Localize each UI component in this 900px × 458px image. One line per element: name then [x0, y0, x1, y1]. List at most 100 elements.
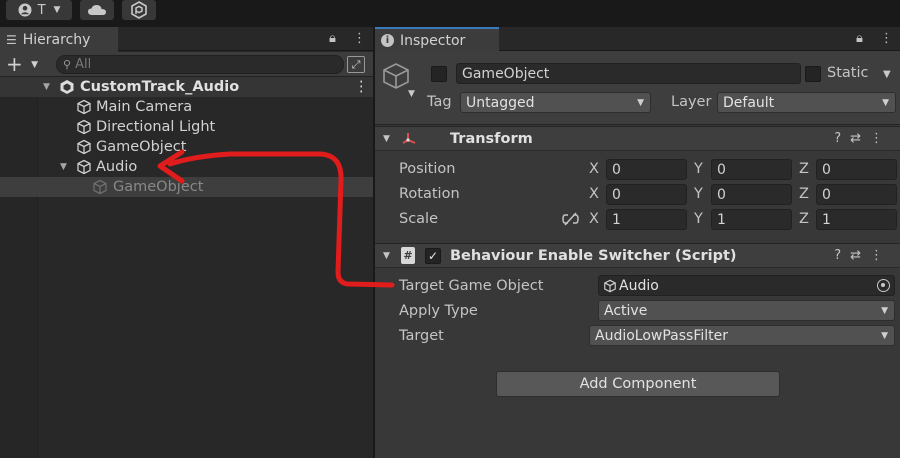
position-y-field[interactable]: 0	[711, 159, 792, 180]
lock-icon[interactable]: 🔒︎	[856, 31, 863, 46]
add-label: +	[6, 52, 23, 76]
script-enabled-checkbox[interactable]: ✓	[425, 248, 441, 264]
more-options-icon[interactable]: ⋮	[870, 248, 892, 263]
target-dropdown[interactable]: AudioLowPassFilter ▼	[589, 325, 895, 346]
chevron-down-icon: ▼	[881, 331, 888, 341]
rotation-z-value: 0	[822, 186, 831, 203]
gameobject-icon	[604, 279, 616, 292]
script-component-header[interactable]: ▼ # ✓ Behaviour Enable Switcher (Script)…	[375, 243, 900, 268]
object-picker-icon[interactable]	[877, 279, 890, 292]
hierarchy-toolbar: + ▼ ⚲ All ⤢	[0, 52, 373, 77]
layer-value: Default	[723, 94, 775, 111]
gameobject-icon	[93, 179, 107, 195]
list-item[interactable]: Main Camera	[0, 97, 373, 117]
collab-icon	[131, 1, 147, 19]
apply-type-label: Apply Type	[399, 303, 478, 319]
rotation-y-field[interactable]: 0	[711, 184, 792, 205]
component-tools[interactable]: ?⇄⋮	[834, 248, 892, 263]
tag-value: Untagged	[466, 94, 535, 111]
transform-header[interactable]: ▼ Transform ?⇄⋮	[375, 126, 900, 151]
more-options-icon[interactable]: ⋮	[870, 131, 892, 146]
component-tools[interactable]: ?⇄⋮	[834, 131, 892, 146]
list-icon: ☰	[6, 32, 17, 47]
more-options-icon[interactable]: ⋮	[880, 31, 893, 46]
inspector-panel: i Inspector 🔒︎ ⋮ ▼ GameObject Static ▼ T…	[375, 27, 900, 458]
target-game-object-label: Target Game Object	[399, 278, 544, 294]
axis-z-label: Z	[799, 211, 809, 227]
target-value: AudioLowPassFilter	[595, 327, 729, 344]
rotation-x-value: 0	[612, 186, 621, 203]
apply-type-dropdown[interactable]: Active ▼	[598, 300, 895, 321]
position-y-value: 0	[717, 161, 726, 178]
list-item[interactable]: ▼ Audio	[0, 157, 373, 177]
account-icon	[18, 3, 32, 17]
target-game-object-field[interactable]: Audio	[598, 275, 895, 296]
position-x-value: 0	[612, 161, 621, 178]
constrain-proportions-icon[interactable]	[562, 212, 579, 226]
add-component-button[interactable]: Add Component	[496, 371, 780, 397]
cloud-button[interactable]	[80, 0, 114, 20]
tab-inspector[interactable]: i Inspector	[375, 27, 499, 52]
position-z-value: 0	[822, 161, 831, 178]
expand-arrow-icon[interactable]: ▼	[60, 162, 67, 172]
rotation-z-field[interactable]: 0	[816, 184, 897, 205]
fold-arrow-icon[interactable]: ▼	[383, 251, 390, 261]
chevron-down-icon: ▼	[637, 98, 644, 108]
scene-name: CustomTrack_Audio	[80, 79, 240, 95]
axis-y-label: Y	[694, 161, 703, 177]
search-icon: ⚲	[63, 58, 72, 71]
list-item-label: Main Camera	[96, 99, 193, 115]
expand-arrow-icon[interactable]: ▼	[43, 82, 50, 92]
scale-y-field[interactable]: 1	[711, 209, 792, 230]
collab-button[interactable]	[122, 0, 156, 20]
tag-label: Tag	[427, 94, 452, 110]
more-options-icon[interactable]: ⋮	[353, 31, 366, 46]
chevron-down-icon: ▼	[53, 5, 61, 15]
inspector-tabstrip: i Inspector 🔒︎ ⋮	[375, 27, 900, 52]
scene-row[interactable]: ▼ CustomTrack_Audio ⋮	[0, 77, 373, 97]
static-dropdown-icon[interactable]: ▼	[883, 69, 891, 80]
gameobject-header: ▼ GameObject Static ▼ Tag Untagged ▼ Lay…	[375, 51, 900, 125]
position-x-field[interactable]: 0	[606, 159, 687, 180]
scale-x-field[interactable]: 1	[606, 209, 687, 230]
preset-icon[interactable]: ⇄	[850, 131, 870, 146]
icon-dropdown-arrow-icon[interactable]: ▼	[408, 89, 415, 99]
rotation-y-value: 0	[717, 186, 726, 203]
scale-z-field[interactable]: 1	[816, 209, 897, 230]
list-item[interactable]: GameObject	[0, 137, 373, 157]
rotation-x-field[interactable]: 0	[606, 184, 687, 205]
position-z-field[interactable]: 0	[816, 159, 897, 180]
tab-hierarchy[interactable]: ☰ Hierarchy	[0, 27, 118, 52]
tag-dropdown[interactable]: Untagged ▼	[460, 92, 651, 113]
search-placeholder: All	[75, 57, 92, 72]
axis-z-label: Z	[799, 161, 809, 177]
script-icon: #	[401, 247, 415, 264]
tab-hierarchy-label: Hierarchy	[22, 31, 91, 48]
static-label: Static	[827, 65, 869, 81]
search-input[interactable]: ⚲ All	[56, 55, 344, 74]
add-button[interactable]: + ▼	[6, 52, 38, 76]
lock-icon[interactable]: 🔒︎	[329, 31, 336, 46]
list-item-label: GameObject	[113, 179, 204, 195]
transform-icon	[402, 133, 416, 144]
static-checkbox[interactable]	[805, 66, 821, 82]
help-icon[interactable]: ?	[834, 131, 850, 146]
unity-scene-icon	[60, 80, 74, 94]
preset-icon[interactable]: ⇄	[850, 248, 870, 263]
object-name-field[interactable]: GameObject	[456, 63, 801, 84]
list-item[interactable]: Directional Light	[0, 117, 373, 137]
hierarchy-tabstrip: ☰ Hierarchy 🔒︎ ⋮	[0, 27, 373, 52]
target-label: Target	[399, 328, 444, 344]
scene-menu-icon[interactable]: ⋮	[354, 79, 369, 95]
fold-arrow-icon[interactable]: ▼	[383, 134, 390, 144]
list-item[interactable]: GameObject	[0, 177, 373, 197]
axis-y-label: Y	[694, 211, 703, 227]
scene-visibility-icon[interactable]: ⤢	[347, 56, 365, 73]
active-checkbox[interactable]	[431, 66, 447, 82]
account-dropdown[interactable]: T ▼	[6, 0, 72, 20]
layer-dropdown[interactable]: Default ▼	[717, 92, 896, 113]
info-icon: i	[381, 34, 394, 47]
help-icon[interactable]: ?	[834, 248, 850, 263]
list-item-label: Audio	[96, 159, 138, 175]
layer-label: Layer	[671, 94, 712, 110]
